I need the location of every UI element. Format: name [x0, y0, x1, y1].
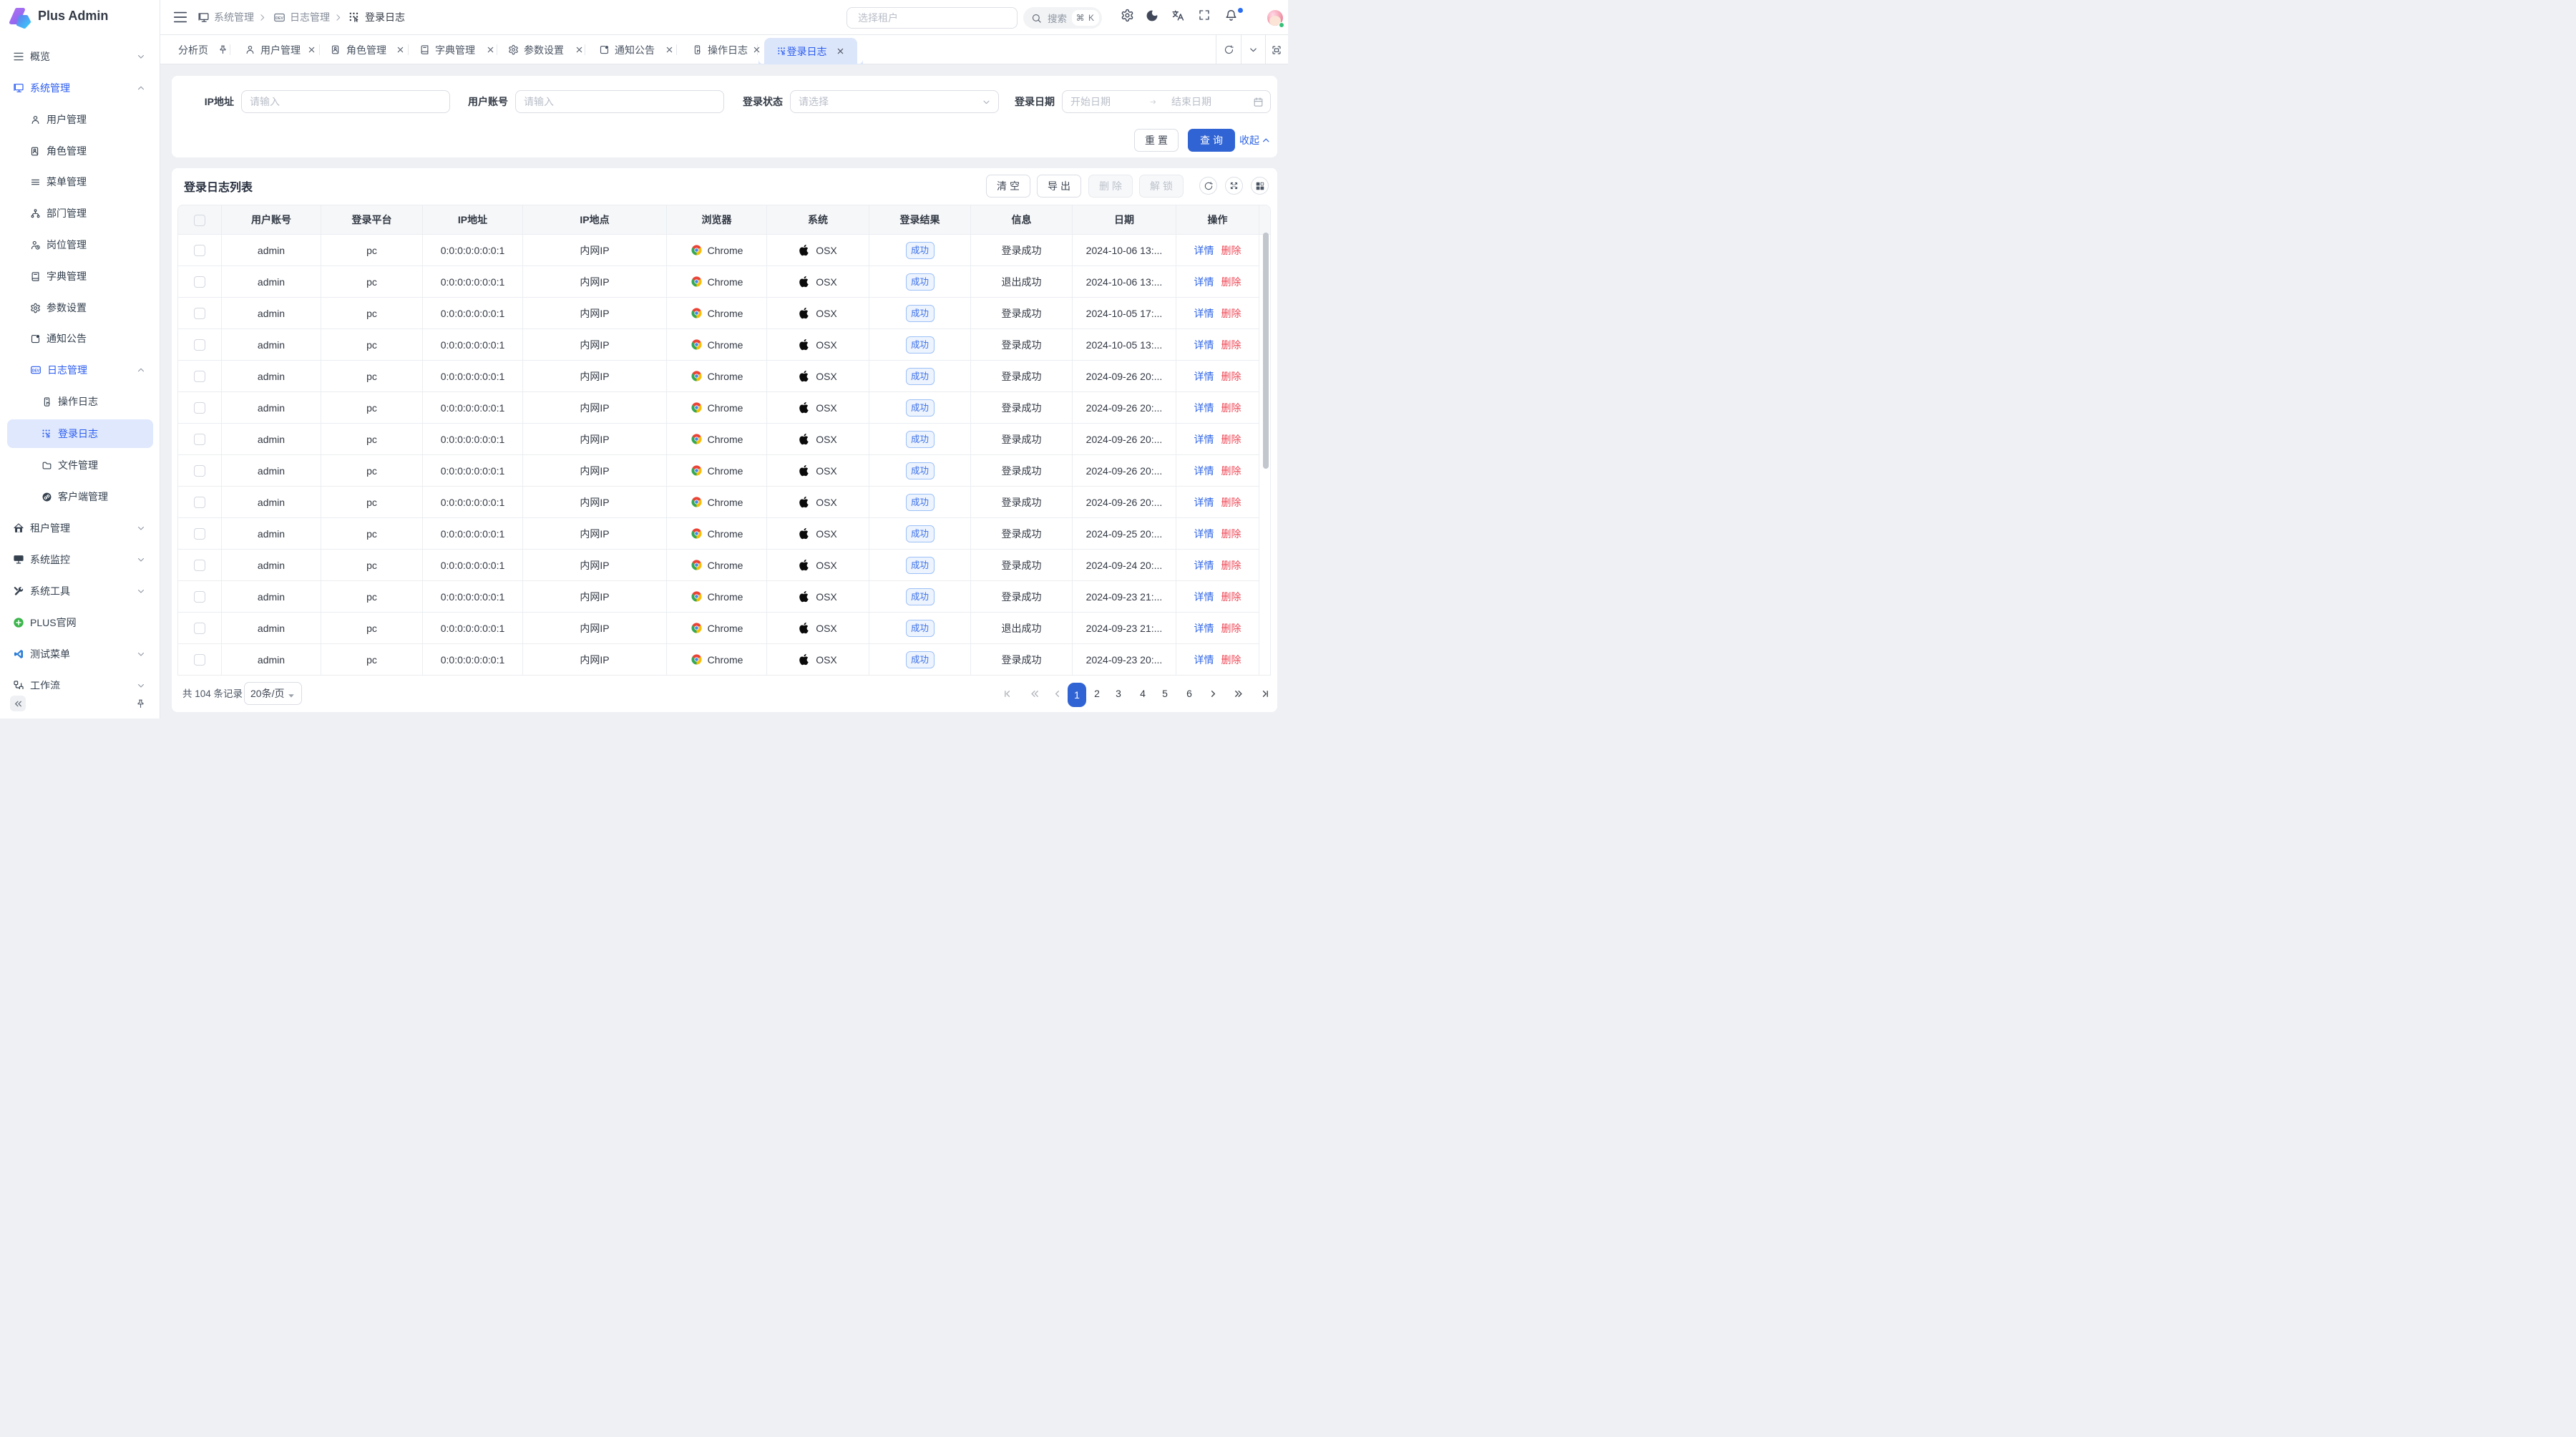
- svg-text:DEV: DEV: [275, 16, 283, 20]
- svg-text:DEV: DEV: [32, 369, 40, 373]
